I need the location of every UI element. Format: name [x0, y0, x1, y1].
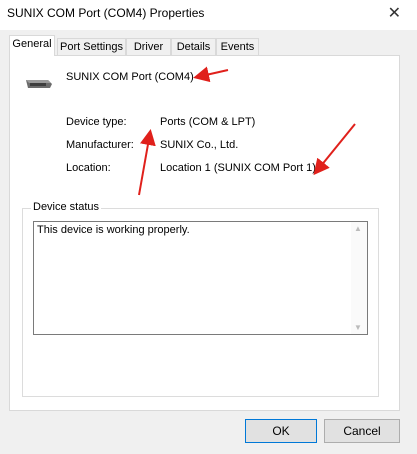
scroll-up-icon[interactable]: ▲: [354, 224, 362, 233]
manufacturer-value: SUNIX Co., Ltd.: [160, 139, 239, 151]
device-status-textbox[interactable]: This device is working properly. ▲ ▼: [33, 221, 368, 335]
manufacturer-label: Manufacturer:: [66, 139, 134, 151]
device-status-legend: Device status: [31, 201, 102, 213]
title-bar: SUNIX COM Port (COM4) Properties ✕: [0, 0, 417, 30]
tab-details[interactable]: Details: [171, 38, 216, 55]
location-label: Location:: [66, 162, 111, 174]
tab-general[interactable]: General: [9, 35, 55, 56]
window-title: SUNIX COM Port (COM4) Properties: [7, 6, 205, 20]
tab-events[interactable]: Events: [216, 38, 259, 55]
close-icon[interactable]: ✕: [388, 3, 401, 23]
tab-port-settings[interactable]: Port Settings: [57, 38, 126, 55]
serial-port-icon: [24, 76, 54, 95]
location-value: Location 1 (SUNIX COM Port 1): [160, 162, 316, 174]
scroll-down-icon[interactable]: ▼: [354, 323, 362, 332]
status-scrollbar[interactable]: ▲ ▼: [351, 222, 367, 334]
device-status-group: Device status This device is working pro…: [22, 201, 379, 397]
ok-button[interactable]: OK: [245, 419, 317, 443]
cancel-button[interactable]: Cancel: [324, 419, 400, 443]
general-panel: SUNIX COM Port (COM4) Device type: Ports…: [9, 55, 400, 411]
device-status-text: This device is working properly.: [37, 224, 190, 236]
device-type-label: Device type:: [66, 116, 127, 128]
device-name: SUNIX COM Port (COM4): [66, 71, 194, 83]
device-type-value: Ports (COM & LPT): [160, 116, 256, 128]
tab-driver[interactable]: Driver: [126, 38, 171, 55]
